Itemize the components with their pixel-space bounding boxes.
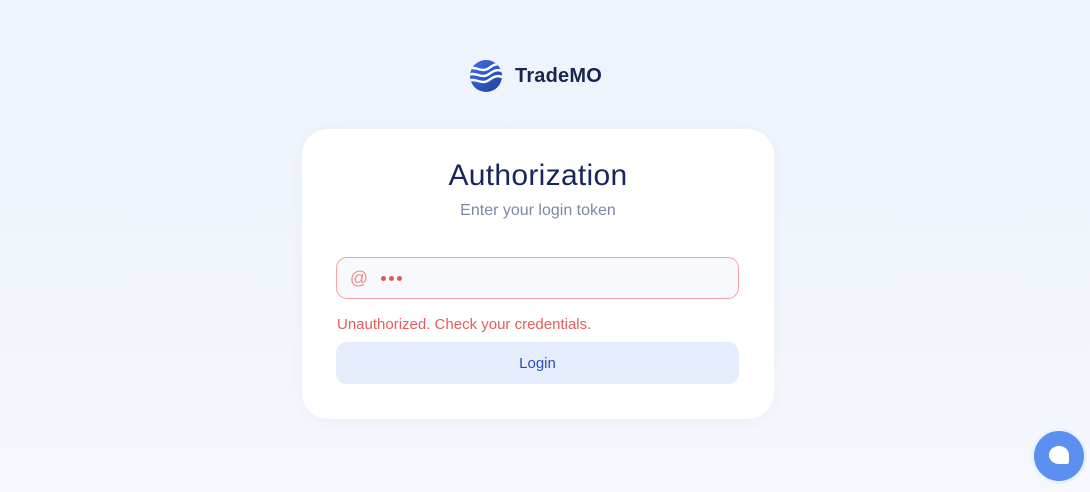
login-token-input[interactable]: @	[336, 257, 739, 299]
at-sign-icon: @	[349, 268, 369, 288]
brand-name: TradeMO	[515, 64, 602, 87]
error-message: Unauthorized. Check your credentials.	[337, 316, 592, 333]
chat-bubble-icon	[1049, 446, 1069, 464]
mask-dot	[397, 275, 402, 281]
wave-globe-logo-icon	[470, 60, 502, 92]
mask-dot	[389, 275, 394, 281]
page-subtitle: Enter your login token	[460, 202, 616, 219]
mask-dot	[381, 275, 386, 281]
login-button[interactable]: Login	[336, 342, 739, 384]
chat-button[interactable]	[1031, 428, 1087, 484]
masked-token-value	[381, 275, 402, 281]
authorization-card: Authorization Enter your login token @ U…	[302, 129, 774, 419]
page-title: Authorization	[448, 159, 628, 192]
brand-header: TradeMO	[469, 59, 602, 93]
